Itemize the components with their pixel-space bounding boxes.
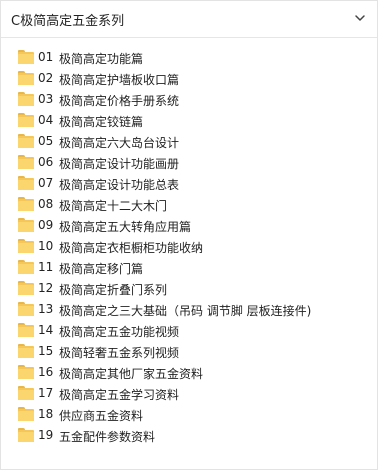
folder-item[interactable]: 04 极简高定铰链篇 bbox=[1, 110, 377, 131]
folder-dropdown-header[interactable]: C极简高定五金系列 bbox=[1, 1, 377, 38]
folder-item[interactable]: 01 极简高定功能篇 bbox=[1, 47, 377, 68]
folder-item[interactable]: 03 极简高定价格手册系统 bbox=[1, 89, 377, 110]
folder-icon bbox=[18, 260, 34, 274]
folder-label: 供应商五金资料 bbox=[59, 409, 144, 423]
folder-icon bbox=[18, 218, 34, 232]
folder-item[interactable]: 05 极简高定六大岛台设计 bbox=[1, 131, 377, 152]
folder-icon bbox=[18, 92, 34, 106]
folder-list: 01 极简高定功能篇 02 极简高定护墙板收口篇 03 极简高定价格手册系统 0… bbox=[1, 47, 377, 446]
folder-label: 极简高定五金功能视频 bbox=[59, 325, 180, 339]
folder-label: 极简轻奢五金系列视频 bbox=[59, 346, 180, 360]
folder-label: 极简高定功能篇 bbox=[59, 52, 144, 66]
folder-item[interactable]: 19 五金配件参数资料 bbox=[1, 425, 377, 446]
folder-label: 极简高定设计功能画册 bbox=[59, 157, 180, 171]
folder-number: 09 bbox=[38, 218, 54, 232]
folder-item[interactable]: 09 极简高定五大转角应用篇 bbox=[1, 215, 377, 236]
folder-label: 极简高定铰链篇 bbox=[59, 115, 144, 129]
chevron-down-icon[interactable] bbox=[353, 11, 367, 25]
folder-label: 极简高定护墙板收口篇 bbox=[59, 73, 180, 87]
folder-item[interactable]: 06 极简高定设计功能画册 bbox=[1, 152, 377, 173]
folder-number: 05 bbox=[38, 134, 54, 148]
folder-number: 14 bbox=[38, 323, 54, 337]
folder-number: 15 bbox=[38, 344, 54, 358]
folder-number: 04 bbox=[38, 113, 54, 127]
folder-icon bbox=[18, 113, 34, 127]
folder-number: 12 bbox=[38, 281, 54, 295]
folder-icon bbox=[18, 386, 34, 400]
folder-item[interactable]: 08 极简高定十二大木门 bbox=[1, 194, 377, 215]
folder-number: 13 bbox=[38, 302, 54, 316]
folder-number: 11 bbox=[38, 260, 54, 274]
folder-label: 极简高定五大转角应用篇 bbox=[59, 220, 192, 234]
folder-panel: C极简高定五金系列 01 极简高定功能篇 02 极简高定护墙板收口篇 03 极简… bbox=[0, 0, 378, 470]
folder-number: 19 bbox=[38, 428, 54, 442]
folder-icon bbox=[18, 281, 34, 295]
folder-label: 极简高定五金学习资料 bbox=[59, 388, 180, 402]
folder-label: 极简高定设计功能总表 bbox=[59, 178, 180, 192]
folder-number: 07 bbox=[38, 176, 54, 190]
folder-label: 极简高定衣柜橱柜功能收纳 bbox=[59, 241, 204, 255]
folder-label: 极简高定之三大基础（吊码 调节脚 层板连接件) bbox=[59, 304, 312, 318]
folder-item[interactable]: 02 极简高定护墙板收口篇 bbox=[1, 68, 377, 89]
folder-title: C极简高定五金系列 bbox=[11, 14, 125, 29]
folder-item[interactable]: 14 极简高定五金功能视频 bbox=[1, 320, 377, 341]
folder-icon bbox=[18, 71, 34, 85]
folder-item[interactable]: 10 极简高定衣柜橱柜功能收纳 bbox=[1, 236, 377, 257]
folder-number: 16 bbox=[38, 365, 54, 379]
folder-number: 01 bbox=[38, 50, 54, 64]
folder-icon bbox=[18, 239, 34, 253]
folder-icon bbox=[18, 197, 34, 211]
folder-icon bbox=[18, 365, 34, 379]
folder-item[interactable]: 11 极简高定移门篇 bbox=[1, 257, 377, 278]
folder-icon bbox=[18, 176, 34, 190]
folder-item[interactable]: 17 极简高定五金学习资料 bbox=[1, 383, 377, 404]
folder-item[interactable]: 15 极简轻奢五金系列视频 bbox=[1, 341, 377, 362]
folder-number: 06 bbox=[38, 155, 54, 169]
folder-item[interactable]: 12 极简高定折叠门系列 bbox=[1, 278, 377, 299]
folder-item[interactable]: 13 极简高定之三大基础（吊码 调节脚 层板连接件) bbox=[1, 299, 377, 320]
folder-label: 极简高定价格手册系统 bbox=[59, 94, 180, 108]
folder-item[interactable]: 18 供应商五金资料 bbox=[1, 404, 377, 425]
folder-number: 03 bbox=[38, 92, 54, 106]
folder-number: 02 bbox=[38, 71, 54, 85]
folder-number: 08 bbox=[38, 197, 54, 211]
folder-label: 极简高定十二大木门 bbox=[59, 199, 168, 213]
folder-label: 极简高定移门篇 bbox=[59, 262, 144, 276]
folder-icon bbox=[18, 344, 34, 358]
folder-icon bbox=[18, 50, 34, 64]
folder-number: 17 bbox=[38, 386, 54, 400]
folder-icon bbox=[18, 134, 34, 148]
folder-label: 五金配件参数资料 bbox=[59, 430, 156, 444]
folder-item[interactable]: 07 极简高定设计功能总表 bbox=[1, 173, 377, 194]
folder-item[interactable]: 16 极简高定其他厂家五金资料 bbox=[1, 362, 377, 383]
folder-label: 极简高定折叠门系列 bbox=[59, 283, 168, 297]
folder-number: 10 bbox=[38, 239, 54, 253]
folder-icon bbox=[18, 323, 34, 337]
folder-label: 极简高定其他厂家五金资料 bbox=[59, 367, 204, 381]
folder-number: 18 bbox=[38, 407, 54, 421]
folder-icon bbox=[18, 428, 34, 442]
folder-icon bbox=[18, 302, 34, 316]
folder-icon bbox=[18, 155, 34, 169]
folder-label: 极简高定六大岛台设计 bbox=[59, 136, 180, 150]
folder-icon bbox=[18, 407, 34, 421]
